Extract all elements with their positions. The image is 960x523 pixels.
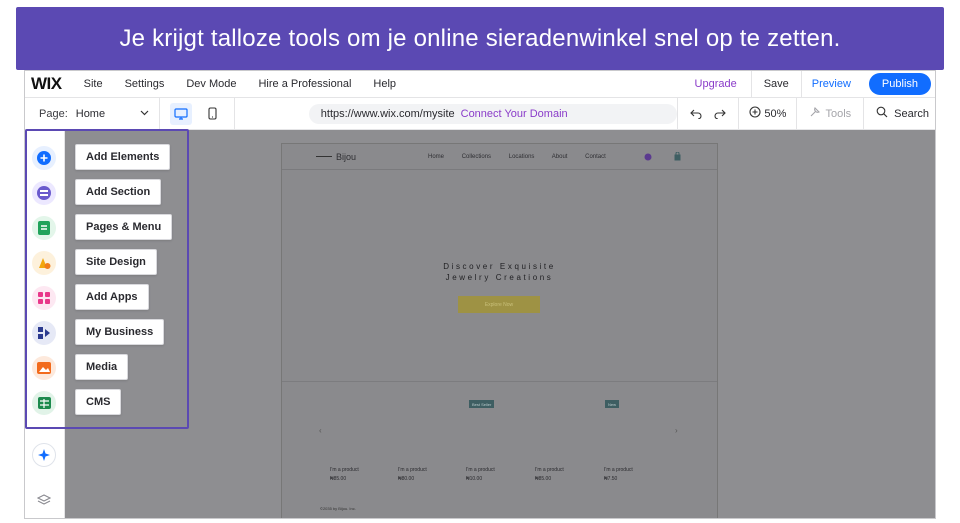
caption-banner: Je krijgt talloze tools om je online sie…	[16, 7, 944, 70]
menu-site[interactable]: Site	[84, 78, 103, 90]
menu-hire-professional[interactable]: Hire a Professional	[258, 78, 351, 90]
zoom-control[interactable]: 50%	[739, 98, 798, 129]
product-name: I'm a product	[466, 467, 495, 473]
product-card[interactable]: I'm a product ₦7.50	[604, 466, 633, 484]
tools-icon	[809, 106, 821, 121]
connect-domain-link[interactable]: Connect Your Domain	[461, 108, 568, 120]
redo-icon[interactable]	[714, 106, 727, 122]
nav-about[interactable]: About	[552, 154, 568, 160]
product-card[interactable]: I'm a product ₦10.00	[466, 466, 495, 484]
wix-logo[interactable]: WIX	[31, 74, 62, 94]
undo-redo-group	[677, 98, 740, 129]
site-header: Bijou Home Collections Locations About C…	[282, 144, 717, 170]
site-url: https://www.wix.com/mysite	[320, 107, 455, 120]
product-price: ₦7.50	[604, 476, 618, 482]
add-panel-highlight: Add Elements Add Section Pages & Menu Si…	[25, 129, 189, 429]
cms-button[interactable]: CMS	[75, 389, 122, 415]
site-brand[interactable]: Bijou	[316, 152, 356, 162]
search-icon	[876, 106, 888, 121]
page-selector[interactable]: Page: Home	[25, 98, 160, 129]
menu-help[interactable]: Help	[373, 78, 396, 90]
nav-collections[interactable]: Collections	[462, 154, 491, 160]
search-button[interactable]: Search	[864, 98, 935, 129]
site-design-button[interactable]: Site Design	[75, 249, 157, 275]
editor-toolbar: Page: Home https://www.wix.com/mysite Co…	[25, 98, 935, 130]
zoom-level: 50%	[764, 107, 787, 120]
product-name: I'm a product	[604, 467, 633, 473]
product-name: I'm a product	[398, 467, 427, 473]
nav-locations[interactable]: Locations	[509, 154, 535, 160]
ai-sparkle-icon[interactable]	[32, 443, 56, 467]
site-brand-name: Bijou	[336, 151, 357, 162]
preview-button[interactable]: Preview	[812, 78, 851, 90]
best-seller-badge: Best Seller	[469, 400, 495, 408]
product-name: I'm a product	[330, 467, 359, 473]
product-name: I'm a product	[535, 467, 564, 473]
page-label: Page:	[39, 107, 68, 120]
menu-settings[interactable]: Settings	[125, 78, 165, 90]
pages-menu-button[interactable]: Pages & Menu	[75, 214, 173, 240]
search-label: Search	[894, 107, 929, 120]
add-section-button[interactable]: Add Section	[75, 179, 162, 205]
my-business-button[interactable]: My Business	[75, 319, 165, 345]
tools-button[interactable]: Tools	[797, 98, 865, 129]
divider	[800, 71, 802, 98]
tools-label: Tools	[825, 107, 852, 120]
publish-button[interactable]: Publish	[868, 73, 931, 95]
wix-editor: WIX Site Settings Dev Mode Hire a Profes…	[24, 70, 936, 519]
carousel-prev-icon[interactable]: ‹	[319, 426, 322, 435]
add-elements-button[interactable]: Add Elements	[75, 144, 171, 170]
mobile-icon[interactable]	[202, 103, 224, 125]
chevron-down-icon	[140, 108, 149, 119]
hero-title-line2: Jewelry Creations	[445, 273, 554, 282]
product-card[interactable]: I'm a product ₦80.00	[398, 466, 427, 484]
nav-home[interactable]: Home	[428, 154, 444, 160]
site-canvas[interactable]: Bijou Home Collections Locations About C…	[281, 143, 718, 518]
screenshot-root: Je krijgt talloze tools om je online sie…	[0, 0, 960, 523]
caption-text: Je krijgt talloze tools om je online sie…	[119, 24, 841, 52]
site-footer-text: ©2035 by Bijou. Inc.	[320, 506, 356, 511]
site-nav: Home Collections Locations About Contact	[428, 154, 622, 160]
media-button[interactable]: Media	[75, 354, 129, 380]
page-value: Home	[75, 107, 106, 120]
desktop-icon[interactable]	[169, 102, 192, 125]
nav-contact[interactable]: Contact	[585, 154, 606, 160]
editor-top-bar: WIX Site Settings Dev Mode Hire a Profes…	[25, 71, 935, 98]
layers-icon[interactable]	[32, 488, 56, 512]
undo-icon[interactable]	[690, 106, 702, 122]
product-price: ₦85.00	[535, 476, 552, 482]
cart-icon[interactable]	[674, 151, 681, 163]
zoom-icon	[749, 106, 761, 121]
site-url-bar[interactable]: https://www.wix.com/mysite Connect Your …	[308, 103, 678, 124]
upgrade-link[interactable]: Upgrade	[695, 78, 737, 90]
brand-line	[316, 156, 332, 157]
product-price: ₦10.00	[466, 476, 483, 482]
new-badge: New	[605, 400, 620, 408]
section-divider	[282, 381, 717, 382]
save-button[interactable]: Save	[764, 78, 789, 90]
explore-now-button[interactable]: Explore Now	[458, 296, 540, 313]
add-apps-button[interactable]: Add Apps	[75, 284, 149, 310]
device-switcher	[160, 98, 235, 129]
product-card[interactable]: I'm a product ₦85.00	[330, 466, 359, 484]
carousel-next-icon[interactable]: ›	[675, 426, 678, 435]
hero-title-line1: Discover Exquisite	[443, 262, 556, 271]
product-price: ₦85.00	[330, 476, 347, 482]
product-price: ₦80.00	[398, 476, 415, 482]
divider	[750, 71, 752, 98]
product-card[interactable]: I'm a product ₦85.00	[535, 466, 564, 484]
menu-dev-mode[interactable]: Dev Mode	[186, 78, 236, 90]
account-icon[interactable]	[644, 153, 652, 163]
